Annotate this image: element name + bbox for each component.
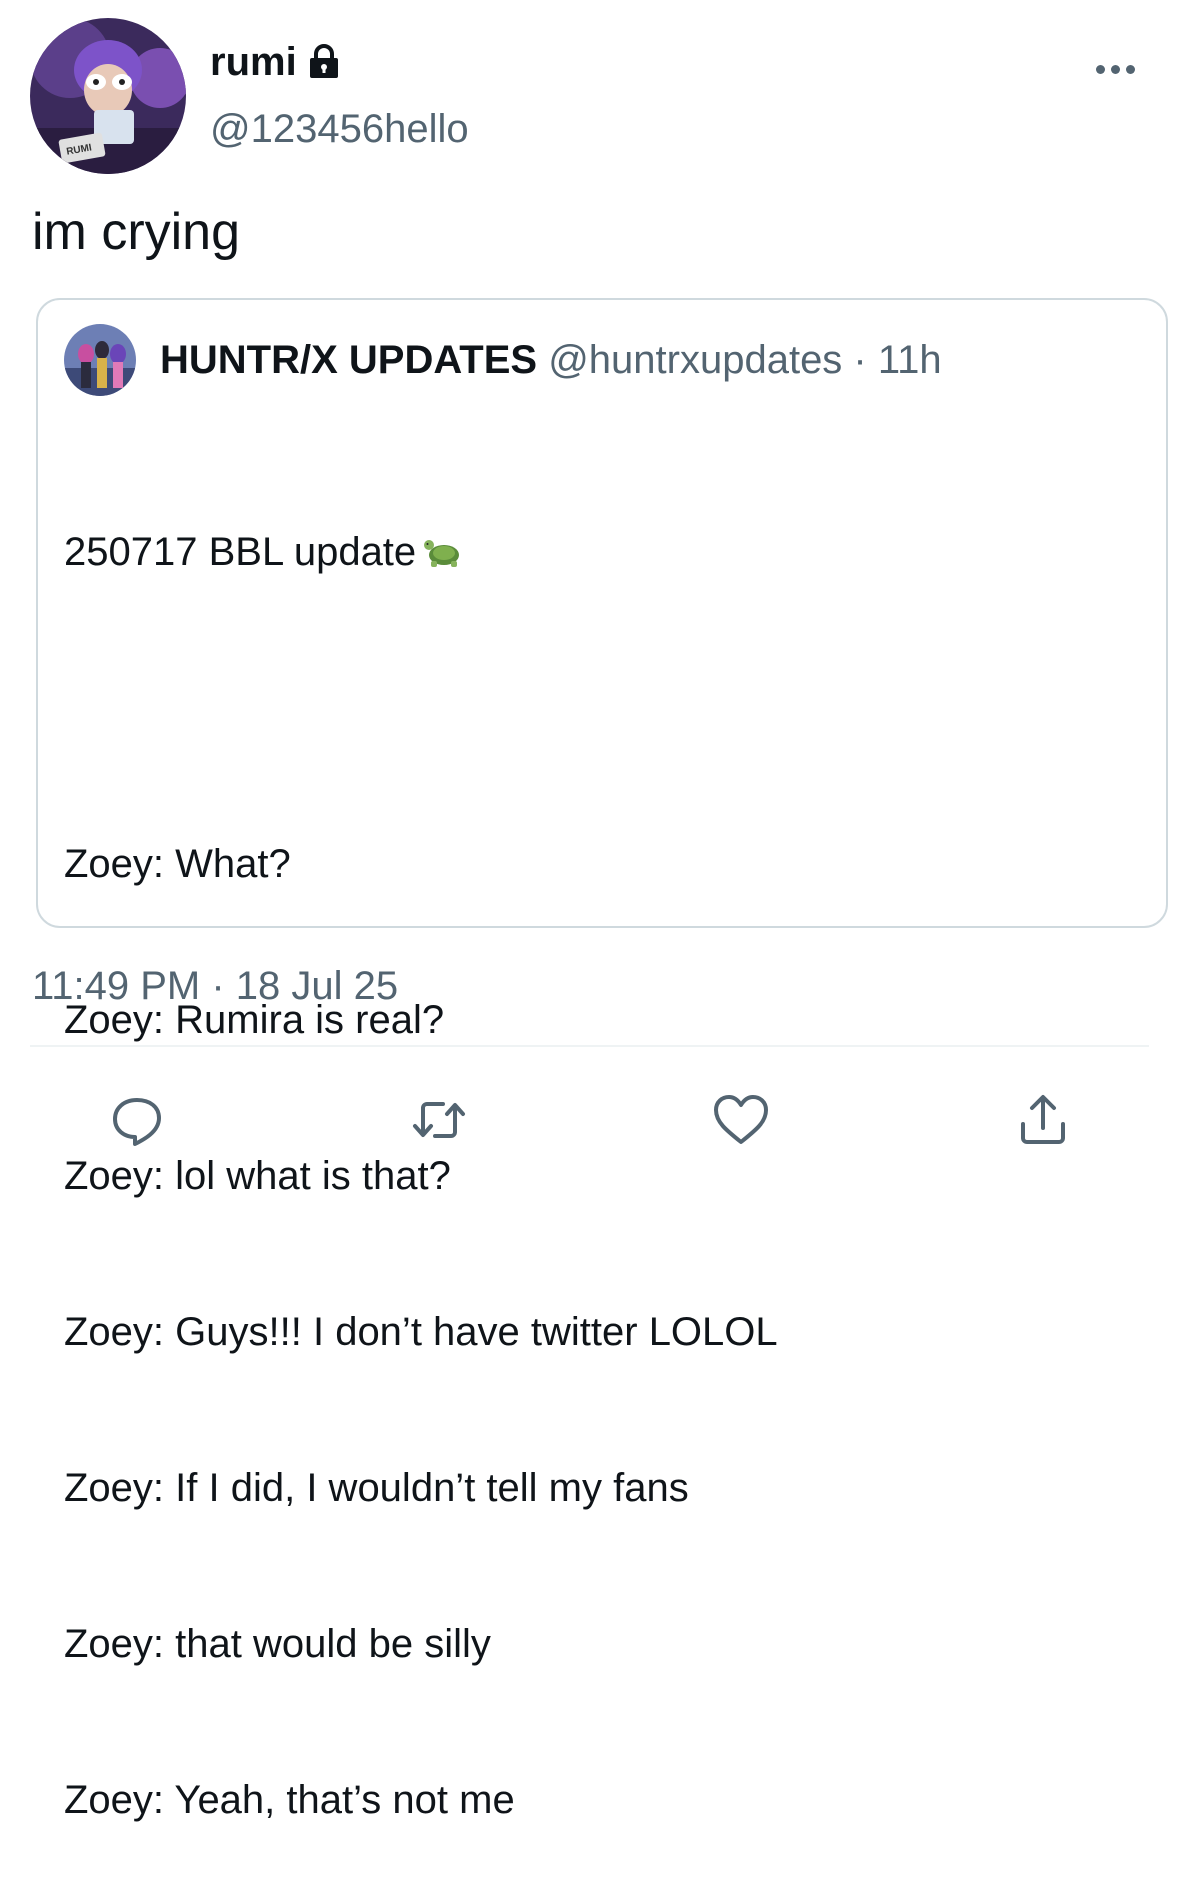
share-button[interactable] [1013, 1090, 1073, 1150]
divider [30, 1045, 1149, 1047]
quoted-name[interactable]: HUNTR/X UPDATES [160, 338, 537, 382]
lock-icon [305, 43, 343, 81]
quoted-line [64, 682, 778, 734]
quoted-line: Zoey: Yeah, that’s not me [64, 1778, 515, 1822]
quoted-meta: @huntrxupdates · 11h [548, 338, 942, 382]
like-icon [714, 1095, 768, 1144]
retweet-icon [413, 1102, 465, 1138]
quoted-avatar[interactable] [64, 324, 136, 396]
quoted-line: Zoey: If I did, I wouldn’t tell my fans [64, 1466, 689, 1510]
quoted-body: 250717 BBL update Zoey: What? Zoey: Rumi… [64, 422, 778, 1878]
tweet-text: im crying [32, 203, 241, 261]
avatar[interactable]: RUMI [30, 18, 186, 174]
display-name[interactable]: rumi [210, 40, 343, 84]
reply-button[interactable] [107, 1090, 167, 1150]
turtle-icon [422, 531, 466, 571]
more-options-icon[interactable] [1090, 54, 1140, 84]
retweet-button[interactable] [409, 1090, 469, 1150]
quoted-line: Zoey: that would be silly [64, 1622, 491, 1666]
share-icon [1021, 1095, 1065, 1144]
quoted-line: Zoey: What? [64, 842, 291, 886]
quoted-line: Zoey: lol what is that? [64, 1154, 451, 1198]
quoted-header: HUNTR/X UPDATES @huntrxupdates · 11h [160, 336, 942, 384]
quoted-line: 250717 BBL update [64, 526, 778, 578]
tweet-timestamp[interactable]: 11:49 PM · 18 Jul 25 [32, 962, 398, 1010]
quoted-line-text: 250717 BBL update [64, 530, 417, 574]
quoted-line: Zoey: Guys!!! I don’t have twitter LOLOL [64, 1310, 778, 1354]
display-name-text: rumi [210, 40, 297, 84]
reply-icon [113, 1098, 161, 1146]
like-button[interactable] [711, 1090, 771, 1150]
author-handle[interactable]: @123456hello [210, 106, 469, 152]
